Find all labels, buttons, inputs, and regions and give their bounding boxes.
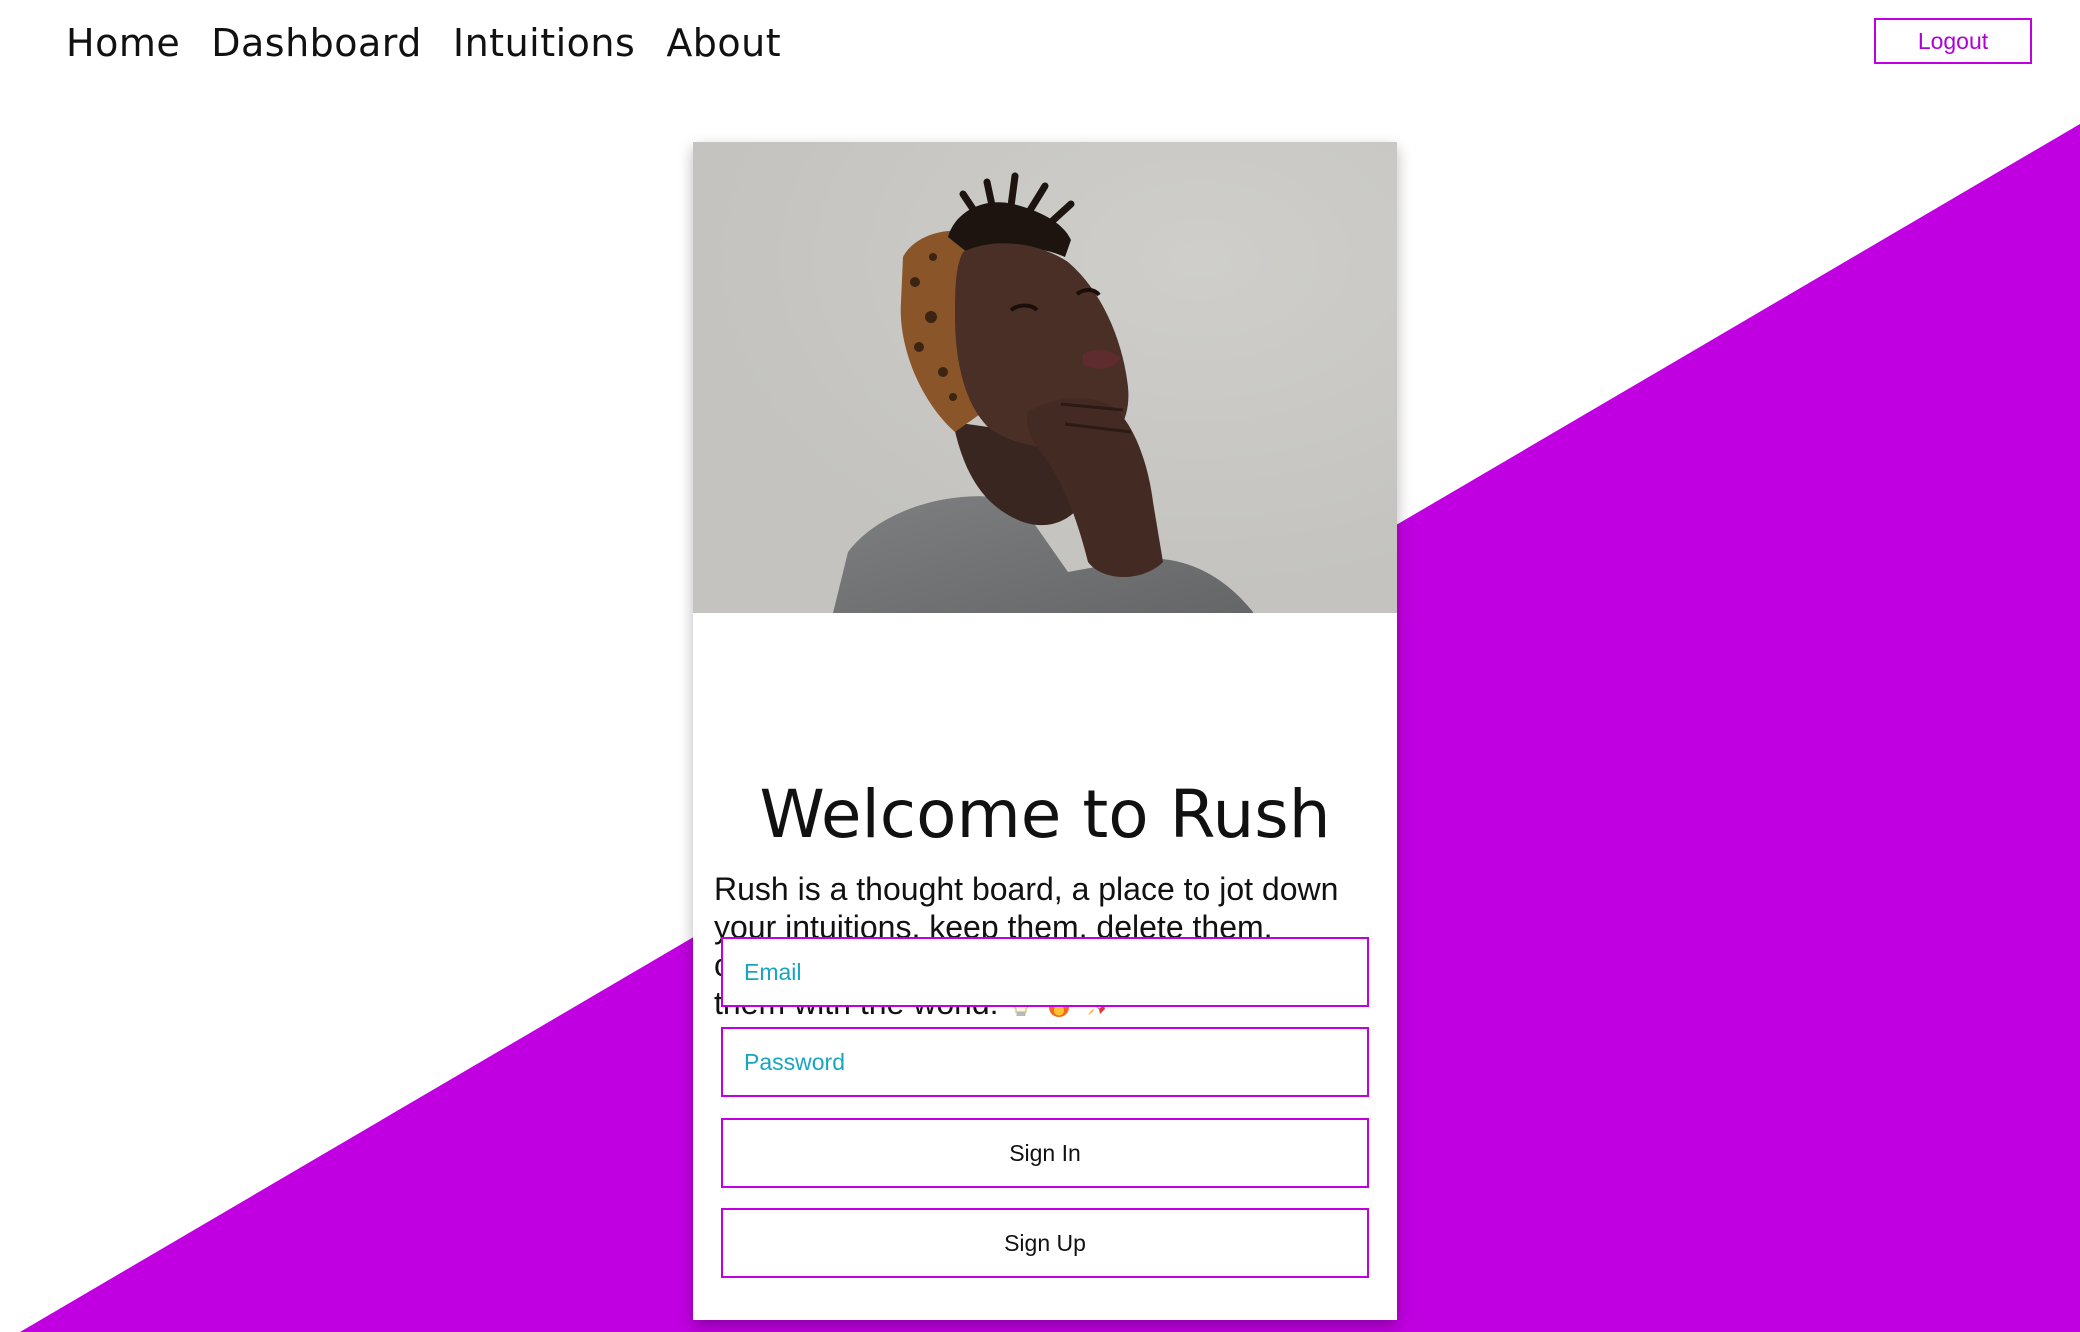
- nav-home-link[interactable]: Home: [66, 21, 180, 65]
- password-input[interactable]: [723, 1029, 1367, 1095]
- portrait-photo-icon: [693, 142, 1397, 613]
- email-field[interactable]: [721, 937, 1369, 1007]
- hero-image: [693, 142, 1397, 613]
- email-input[interactable]: [723, 939, 1367, 1005]
- welcome-card: Welcome to Rush Rush is a thought board,…: [693, 142, 1397, 1320]
- logout-button[interactable]: Logout: [1874, 18, 2032, 64]
- sign-in-button[interactable]: Sign In: [721, 1118, 1369, 1188]
- main-nav: Home Dashboard Intuitions About: [66, 18, 781, 68]
- welcome-title: Welcome to Rush: [759, 776, 1331, 853]
- nav-about-link[interactable]: About: [666, 21, 781, 65]
- password-field[interactable]: [721, 1027, 1369, 1097]
- sign-up-button[interactable]: Sign Up: [721, 1208, 1369, 1278]
- nav-intuitions-link[interactable]: Intuitions: [453, 21, 635, 65]
- nav-dashboard-link[interactable]: Dashboard: [211, 21, 422, 65]
